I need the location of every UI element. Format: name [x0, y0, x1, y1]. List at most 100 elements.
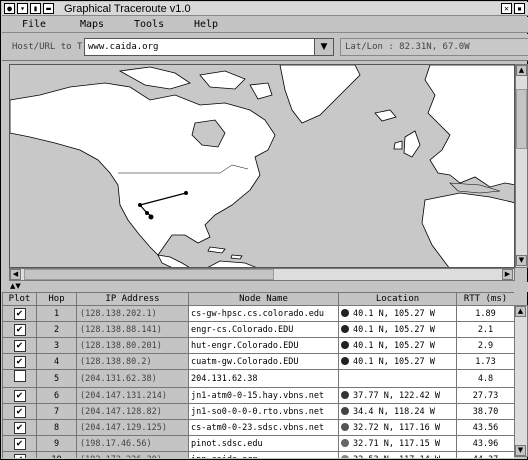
table-row[interactable]: ✔ 7 (204.147.128.82) jn1-so0-0-0-0.rto.vbns… — [2, 403, 514, 420]
location-cell: 40.1 N, 105.27 W — [338, 321, 457, 338]
scroll-up-icon[interactable]: ▲ — [516, 65, 527, 76]
menu-help[interactable]: Help — [194, 18, 218, 32]
trace-point-la — [145, 211, 149, 215]
restore-icon[interactable]: ▪ — [514, 3, 525, 14]
rtt-cell: 1.89 — [456, 305, 514, 322]
table-row[interactable]: ✔ 6 (204.147.131.214) jn1-atm0-0-15.hay.vbn… — [2, 387, 514, 404]
rtt-cell: 43.56 — [456, 419, 514, 436]
window-menu-icon[interactable]: ● — [4, 3, 15, 14]
plot-checkbox[interactable]: ✔ — [13, 307, 26, 320]
location-text: 37.77 N, 122.42 W — [353, 390, 440, 401]
title-bar[interactable]: ● ▾ ▮ ▬ Graphical Traceroute v1.0 ✕ ▪ — [2, 2, 528, 16]
pane-splitter[interactable]: ▲▼ — [2, 282, 528, 292]
plot-checkbox[interactable]: ✔ — [13, 323, 26, 336]
location-text: 40.1 N, 105.27 W — [353, 340, 435, 351]
col-header-hop[interactable]: Hop — [36, 292, 77, 306]
col-header-rtt[interactable]: RTT (ms) — [456, 292, 514, 306]
plot-checkbox[interactable] — [13, 370, 26, 382]
menu-tools[interactable]: Tools — [134, 18, 164, 32]
host-dropdown-button[interactable]: ▼ — [314, 38, 334, 56]
trace-point-sd — [148, 214, 154, 220]
node-cell: engr-cs.Colorado.EDU — [188, 321, 339, 338]
iconify-icon[interactable]: ▮ — [30, 3, 41, 14]
node-cell: jn1-so0-0-0-0.rto.vbns.net — [188, 403, 339, 420]
ip-cell: (192.172.226.30) — [76, 451, 189, 458]
plot-checkbox[interactable]: ✔ — [13, 355, 26, 368]
rtt-cell: 2.1 — [456, 321, 514, 338]
map-hscroll-thumb[interactable] — [24, 269, 274, 280]
hop-cell: 2 — [36, 321, 77, 338]
table-row[interactable]: ✔ 4 (128.138.80.2) cuatm-gw.Colorado.EDU 40.… — [2, 353, 514, 370]
col-header-plot[interactable]: Plot — [2, 292, 37, 306]
table-scroll-up-icon[interactable]: ▲ — [515, 306, 526, 317]
table-row[interactable]: ✔ 8 (204.147.129.125) cs-atm0-0-23.sdsc.vbn… — [2, 419, 514, 436]
ip-cell: (128.138.88.141) — [76, 321, 189, 338]
menu-maps[interactable]: Maps — [80, 18, 104, 32]
table-row[interactable]: ✔ 1 (128.138.202.1) cs-gw-hpsc.cs.colorado.… — [2, 305, 514, 322]
table-header-row: Plot Hop IP Address Node Name Location R… — [2, 292, 514, 306]
table-row[interactable]: ✔ 9 (198.17.46.56) pinot.sdsc.edu 32.71 N, 1… — [2, 435, 514, 452]
rtt-cell: 44.37 — [456, 451, 514, 458]
location-cell: 40.1 N, 105.27 W — [338, 305, 457, 322]
plot-cell[interactable]: ✔ — [2, 337, 37, 354]
plot-checkbox[interactable]: ✔ — [13, 453, 26, 458]
location-marker-icon — [341, 390, 349, 399]
location-text: 40.1 N, 105.27 W — [353, 356, 435, 367]
plot-cell[interactable]: ✔ — [2, 419, 37, 436]
rtt-cell: 4.8 — [456, 369, 514, 388]
location-cell: 34.4 N, 118.24 W — [338, 403, 457, 420]
plot-checkbox[interactable]: ✔ — [13, 437, 26, 450]
plot-cell[interactable]: ✔ — [2, 387, 37, 404]
close-icon[interactable]: ✕ — [501, 3, 512, 14]
table-row[interactable]: 5 (204.131.62.38) 204.131.62.38 4.8 — [2, 369, 514, 388]
plot-cell[interactable]: ✔ — [2, 403, 37, 420]
menu-file[interactable]: File — [22, 18, 46, 32]
map-canvas — [10, 65, 514, 267]
ip-cell: (204.147.128.82) — [76, 403, 189, 420]
plot-checkbox[interactable]: ✔ — [13, 421, 26, 434]
location-text: 40.1 N, 105.27 W — [353, 308, 435, 319]
minimize-icon[interactable]: ▾ — [17, 3, 28, 14]
world-map[interactable] — [9, 64, 515, 268]
maximize-icon[interactable]: ▬ — [43, 3, 54, 14]
map-horizontal-scrollbar[interactable]: ◀ ▶ — [9, 268, 515, 281]
table-row[interactable]: ✔ 10(192.172.226.30)ipn.caida.org 32.53 N,… — [2, 451, 514, 459]
table-vertical-scrollbar[interactable]: ▲ ▼ — [514, 305, 528, 457]
host-input[interactable]: www.caida.org — [84, 38, 334, 56]
scroll-down-icon[interactable]: ▼ — [516, 255, 527, 266]
location-cell: 32.72 N, 117.16 W — [338, 419, 457, 436]
table-scroll-down-icon[interactable]: ▼ — [515, 445, 526, 456]
node-cell: cuatm-gw.Colorado.EDU — [188, 353, 339, 370]
col-header-ip[interactable]: IP Address — [76, 292, 189, 306]
hop-cell: 8 — [36, 419, 77, 436]
map-vertical-scrollbar[interactable]: ▲ ▼ — [515, 64, 528, 268]
location-text: 40.1 N, 105.27 W — [353, 324, 435, 335]
scroll-left-icon[interactable]: ◀ — [10, 269, 21, 280]
plot-cell[interactable]: ✔ — [2, 321, 37, 338]
plot-cell[interactable] — [2, 369, 37, 388]
node-cell: 204.131.62.38 — [188, 369, 339, 388]
plot-cell[interactable]: ✔ — [2, 435, 37, 452]
location-cell: 32.71 N, 117.15 W — [338, 435, 457, 452]
ip-cell: (204.131.62.38) — [76, 369, 189, 388]
map-vscroll-thumb[interactable] — [516, 89, 527, 149]
plot-cell[interactable]: ✔ — [2, 353, 37, 370]
plot-cell[interactable]: ✔ — [2, 305, 37, 322]
location-cell: 40.1 N, 105.27 W — [338, 337, 457, 354]
location-marker-icon — [341, 340, 349, 349]
window-title: Graphical Traceroute v1.0 — [64, 3, 191, 15]
col-header-location[interactable]: Location — [338, 292, 457, 306]
plot-checkbox[interactable]: ✔ — [13, 339, 26, 352]
location-text: 32.53 N, 117.14 W — [353, 455, 440, 459]
rtt-cell: 27.73 — [456, 387, 514, 404]
traceroute-window: ● ▾ ▮ ▬ Graphical Traceroute v1.0 ✕ ▪ Fi… — [0, 0, 528, 460]
plot-checkbox[interactable]: ✔ — [13, 389, 26, 402]
splitter-arrows-icon[interactable]: ▲▼ — [10, 282, 21, 291]
scroll-right-icon[interactable]: ▶ — [502, 269, 513, 280]
plot-cell[interactable]: ✔ — [2, 451, 37, 458]
hop-cell: 10 — [36, 451, 77, 458]
plot-checkbox[interactable]: ✔ — [13, 405, 26, 418]
table-row[interactable]: ✔ 3 (128.138.80.201) hut-engr.Colorado.EDU 4… — [2, 337, 514, 354]
col-header-node[interactable]: Node Name — [188, 292, 339, 306]
table-row[interactable]: ✔ 2 (128.138.88.141) engr-cs.Colorado.EDU 40… — [2, 321, 514, 338]
